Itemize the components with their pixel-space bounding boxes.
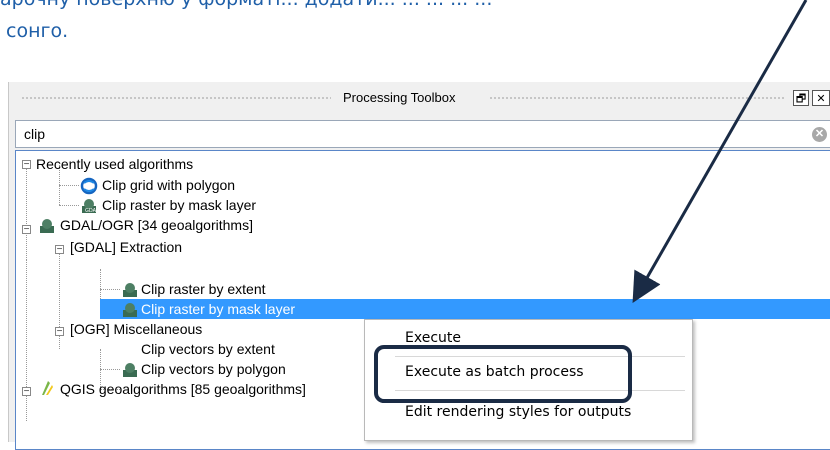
gdal-icon bbox=[123, 283, 137, 297]
search-input[interactable] bbox=[22, 125, 786, 143]
tree-connector bbox=[100, 289, 120, 290]
tree-connector bbox=[59, 185, 79, 186]
saga-icon bbox=[80, 177, 98, 195]
titlebar-grip-right bbox=[489, 96, 784, 100]
tree-item[interactable]: Clip raster by mask layer bbox=[102, 195, 256, 215]
tree-item[interactable]: Clip vectors by extent bbox=[141, 339, 275, 359]
document-text-line: сонго. bbox=[6, 20, 69, 42]
tree-connector bbox=[26, 165, 27, 260]
qgis-icon bbox=[42, 381, 53, 395]
tree-connector bbox=[100, 369, 120, 370]
float-panel-button[interactable]: 🗗 bbox=[793, 90, 809, 106]
search-box: ✕ bbox=[15, 120, 830, 148]
collapse-toggle[interactable]: − bbox=[22, 387, 31, 397]
titlebar-grip-left bbox=[21, 96, 331, 100]
close-panel-button[interactable]: ✕ bbox=[812, 90, 830, 106]
gdal-icon: GDAL bbox=[82, 199, 98, 214]
panel-titlebar[interactable]: Processing Toolbox 🗗 ✕ bbox=[9, 82, 830, 114]
tree-group-qgis[interactable]: QGIS geoalgorithms [85 geoalgorithms] bbox=[60, 379, 306, 399]
document-text-cropped: арочну поверхню у форматі... додати... .… bbox=[0, 0, 830, 12]
gdal-icon bbox=[123, 303, 137, 317]
tree-item[interactable]: Clip grid with polygon bbox=[102, 175, 235, 195]
gdal-icon bbox=[40, 219, 54, 233]
clear-search-icon[interactable]: ✕ bbox=[812, 127, 827, 142]
tree-group-gdal-ogr[interactable]: GDAL/OGR [34 geoalgorithms] bbox=[60, 215, 253, 235]
tree-connector bbox=[59, 205, 79, 206]
menu-item-execute[interactable]: Execute bbox=[405, 330, 461, 346]
tree-item-selected[interactable]: Clip raster by mask layer bbox=[141, 299, 295, 319]
svg-text:GDAL: GDAL bbox=[85, 208, 98, 214]
tree-group-gdal-extraction[interactable]: [GDAL] Extraction bbox=[70, 237, 182, 257]
menu-item-edit-rendering-styles[interactable]: Edit rendering styles for outputs bbox=[405, 404, 631, 420]
tree-group-ogr-misc[interactable]: [OGR] Miscellaneous bbox=[70, 319, 202, 339]
tree-item[interactable]: Clip raster by extent bbox=[141, 279, 266, 299]
tree-item[interactable]: Clip vectors by polygon bbox=[141, 359, 286, 379]
collapse-toggle[interactable]: − bbox=[55, 327, 64, 337]
gdal-icon bbox=[123, 363, 137, 377]
tree-group-recent[interactable]: Recently used algorithms bbox=[36, 154, 193, 174]
collapse-toggle[interactable]: − bbox=[22, 225, 31, 235]
collapse-toggle[interactable]: − bbox=[55, 245, 64, 255]
highlight-box bbox=[374, 345, 632, 403]
collapse-toggle[interactable]: − bbox=[22, 160, 31, 170]
panel-title: Processing Toolbox bbox=[343, 90, 456, 105]
